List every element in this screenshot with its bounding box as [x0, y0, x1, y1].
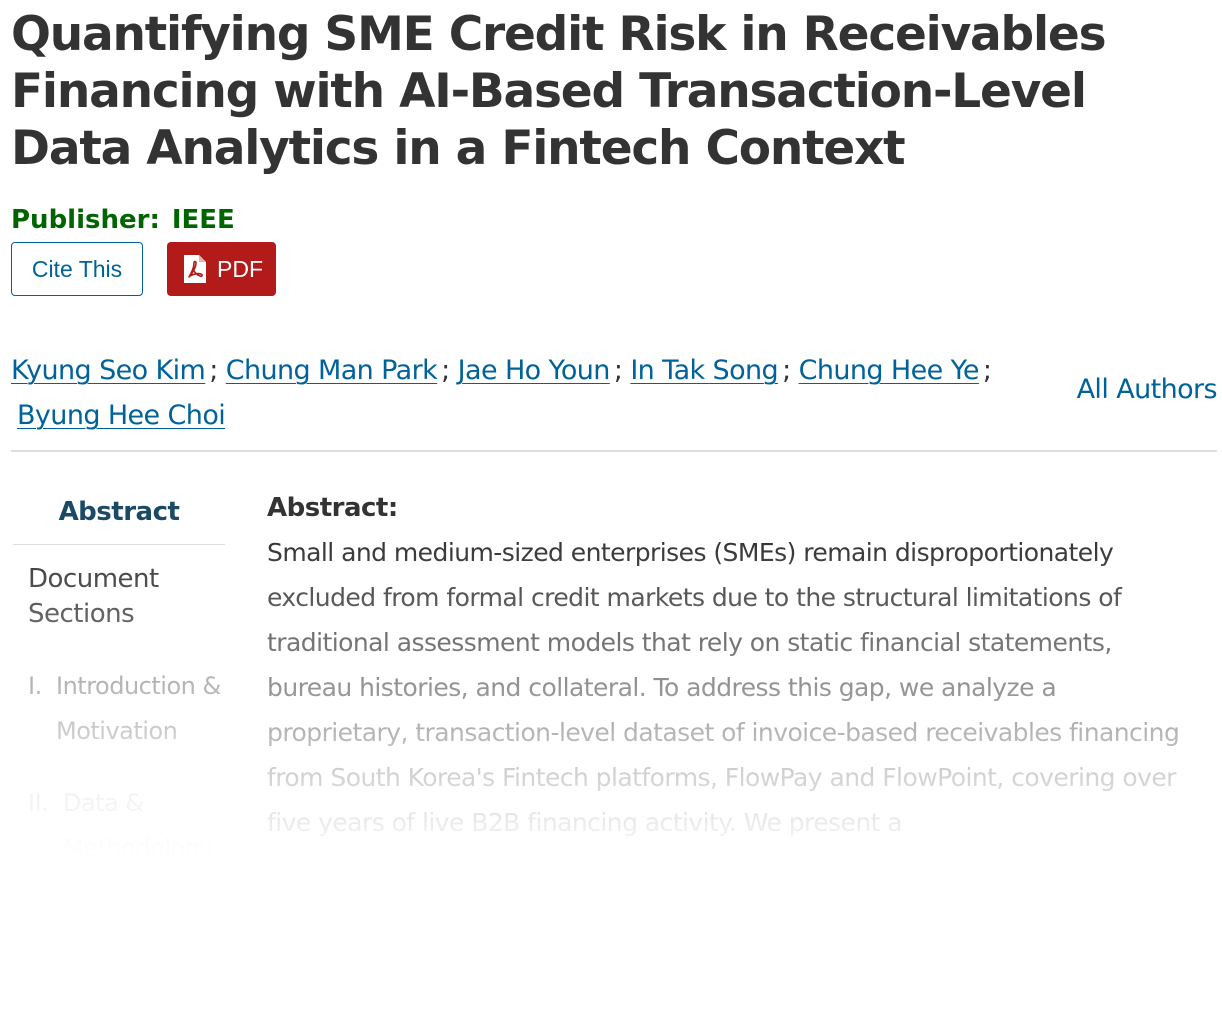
page-title: Quantifying SME Credit Risk in Receivabl…: [11, 7, 1107, 176]
author-link[interactable]: Chung Man Park: [226, 355, 438, 386]
author-link[interactable]: Byung Hee Choi: [17, 400, 226, 431]
author-separator: ;: [441, 355, 450, 386]
section-number: I.: [28, 672, 42, 700]
author-separator: ;: [209, 355, 218, 386]
abstract-heading: Abstract:: [267, 493, 398, 523]
author-separator: ;: [613, 355, 623, 386]
blank-area: [0, 855, 1222, 1020]
pdf-button-label: PDF: [217, 256, 263, 282]
publisher-line: Publisher: IEEE: [11, 202, 235, 238]
author-link[interactable]: Jae Ho Youn: [458, 355, 611, 386]
document-sections-heading: Document Sections: [28, 564, 159, 629]
publisher-name: IEEE: [171, 205, 235, 235]
section-title: Introduction & Motivation: [56, 672, 221, 745]
publisher-label: Publisher:: [11, 205, 160, 235]
author-separator: ;: [982, 355, 992, 386]
all-authors-link[interactable]: All Authors: [1077, 370, 1218, 410]
author-list: Kyung Seo Kim; Chung Man Park; Jae Ho Youn…: [11, 348, 1011, 438]
nav-item-section-1[interactable]: I. Introduction & Motivation: [28, 664, 228, 754]
pdf-button[interactable]: PDF: [167, 242, 276, 296]
author-link[interactable]: In Tak Song: [630, 355, 778, 386]
section-number: II.: [28, 789, 49, 817]
nav-item-abstract[interactable]: Abstract: [13, 484, 225, 545]
author-link[interactable]: Kyung Seo Kim: [11, 355, 206, 386]
pdf-file-icon: [184, 255, 206, 283]
author-link[interactable]: Chung Hee Ye: [799, 355, 980, 386]
abstract-text: Small and medium-sized enterprises (SMEs…: [267, 538, 1180, 837]
document-sidenav: Abstract Document Sections I. Introducti…: [13, 484, 225, 862]
author-separator: ;: [782, 355, 791, 386]
section-divider: [11, 450, 1217, 452]
cite-this-button[interactable]: Cite This: [11, 242, 143, 296]
abstract-section: Abstract: Small and medium-sized enterpr…: [267, 486, 1187, 845]
document-page: Quantifying SME Credit Risk in Receivabl…: [0, 0, 1222, 1020]
